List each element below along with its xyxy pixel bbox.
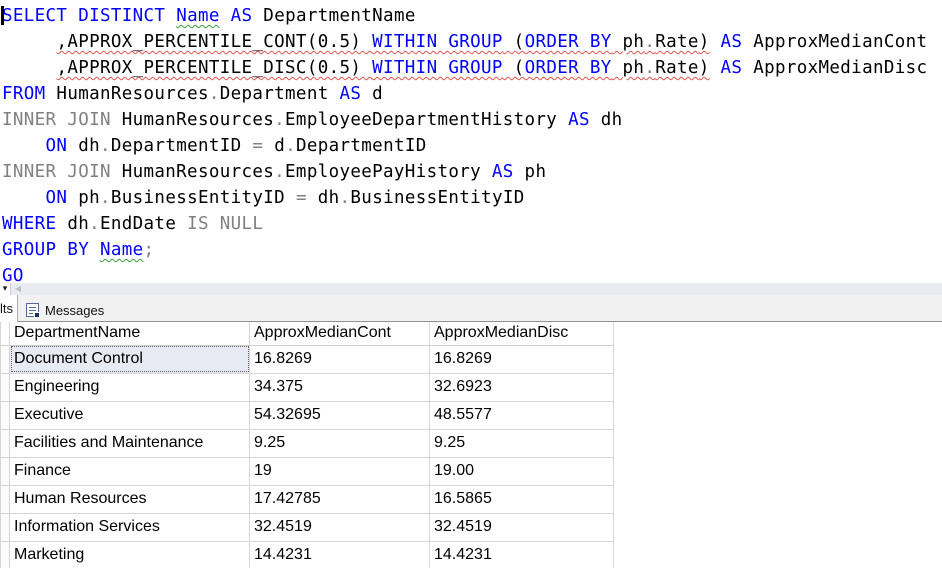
grid-cell[interactable]: 32.6923 — [429, 373, 614, 402]
grid-row: Executive 54.32695 48.5577 — [0, 401, 614, 430]
grid-cell[interactable]: Engineering — [9, 373, 250, 402]
grid-cell[interactable]: Information Services — [9, 513, 250, 542]
grid-cell[interactable]: 19.00 — [429, 457, 614, 486]
grid-cell[interactable]: Executive — [9, 401, 250, 430]
grid-cell[interactable]: Finance — [9, 457, 250, 486]
grid-cell[interactable]: Human Resources — [9, 485, 250, 514]
grid-cell[interactable]: 32.4519 — [429, 513, 614, 542]
grid-cell[interactable]: 14.4231 — [249, 541, 430, 568]
grid-header-row: DepartmentName ApproxMedianCont ApproxMedi… — [0, 322, 614, 346]
grid-cell[interactable]: 9.25 — [429, 429, 614, 458]
results-pane-tabstrip: lts Messages — [0, 295, 942, 322]
scroll-left-icon[interactable]: ◀ — [11, 283, 25, 295]
grid-row: Marketing 14.4231 14.4231 — [0, 541, 614, 568]
code-line[interactable]: ,APPROX_PERCENTILE_CONT(0.5) WITHIN GROU… — [2, 29, 942, 55]
code-line[interactable]: ,APPROX_PERCENTILE_DISC(0.5) WITHIN GROU… — [2, 55, 942, 81]
grid-cell[interactable]: 16.8269 — [429, 345, 614, 374]
grid-cell[interactable]: 16.8269 — [249, 345, 430, 374]
grid-row: Human Resources 17.42785 16.5865 — [0, 485, 614, 514]
sql-editor[interactable]: SELECT DISTINCT Name AS DepartmentName ,… — [0, 0, 942, 283]
grid-row: Facilities and Maintenance 9.25 9.25 — [0, 429, 614, 458]
grid-row-header[interactable] — [0, 345, 10, 374]
tab-results-label: lts — [0, 301, 13, 316]
grid-row-header[interactable] — [0, 401, 10, 430]
code-line[interactable]: GO — [2, 263, 942, 283]
grid-row: Engineering 34.375 32.6923 — [0, 373, 614, 402]
grid-column-header[interactable]: ApproxMedianCont — [249, 322, 430, 346]
results-grid-container: DepartmentName ApproxMedianCont ApproxMedi… — [0, 322, 942, 568]
code-line[interactable]: ON dh.DepartmentID = d.DepartmentID — [2, 133, 942, 159]
code-line[interactable]: GROUP BY Name; — [2, 237, 942, 263]
editor-horizontal-scrollbar[interactable]: ▾ ◀ — [0, 283, 942, 295]
grid-column-header[interactable]: DepartmentName — [9, 322, 250, 346]
grid-row-header[interactable] — [0, 373, 10, 402]
code-line[interactable]: FROM HumanResources.Department AS d — [2, 81, 942, 107]
grid-cell[interactable]: Marketing — [9, 541, 250, 568]
grid-cell[interactable]: 48.5577 — [429, 401, 614, 430]
grid-body: Document Control 16.8269 16.8269 Engineerin… — [0, 345, 614, 568]
grid-row-header[interactable] — [0, 485, 10, 514]
grid-row: Information Services 32.4519 32.4519 — [0, 513, 614, 542]
grid-column-header[interactable]: ApproxMedianDisc — [429, 322, 614, 346]
grid-cell[interactable]: 9.25 — [249, 429, 430, 458]
grid-cell[interactable]: Facilities and Maintenance — [9, 429, 250, 458]
tab-results[interactable]: lts — [0, 295, 18, 322]
splitter-dropdown-icon[interactable]: ▾ — [0, 283, 11, 295]
grid-cell[interactable]: 17.42785 — [249, 485, 430, 514]
grid-row-header[interactable] — [0, 457, 10, 486]
text-caret — [1, 6, 4, 25]
tab-messages[interactable]: Messages — [18, 299, 112, 321]
grid-cell[interactable]: 19 — [249, 457, 430, 486]
grid-cell[interactable]: 14.4231 — [429, 541, 614, 568]
grid-cell[interactable]: Document Control — [9, 345, 250, 374]
code-line[interactable]: WHERE dh.EndDate IS NULL — [2, 211, 942, 237]
grid-row-header[interactable] — [0, 541, 10, 568]
grid-cell[interactable]: 34.375 — [249, 373, 430, 402]
grid-corner-header[interactable] — [0, 322, 10, 346]
code-line[interactable]: ON ph.BusinessEntityID = dh.BusinessEnti… — [2, 185, 942, 211]
grid-row: Document Control 16.8269 16.8269 — [0, 345, 614, 374]
code-line[interactable]: SELECT DISTINCT Name AS DepartmentName — [2, 3, 942, 29]
tab-messages-label: Messages — [45, 302, 105, 318]
messages-icon — [26, 303, 40, 318]
grid-row-header[interactable] — [0, 513, 10, 542]
results-grid: DepartmentName ApproxMedianCont ApproxMedi… — [0, 322, 614, 568]
grid-row-header[interactable] — [0, 429, 10, 458]
code-line[interactable]: INNER JOIN HumanResources.EmployeePayHis… — [2, 159, 942, 185]
sql-code[interactable]: SELECT DISTINCT Name AS DepartmentName ,… — [2, 3, 942, 283]
grid-cell[interactable]: 32.4519 — [249, 513, 430, 542]
grid-cell[interactable]: 54.32695 — [249, 401, 430, 430]
grid-cell[interactable]: 16.5865 — [429, 485, 614, 514]
grid-row: Finance 19 19.00 — [0, 457, 614, 486]
code-line[interactable]: INNER JOIN HumanResources.EmployeeDepart… — [2, 107, 942, 133]
